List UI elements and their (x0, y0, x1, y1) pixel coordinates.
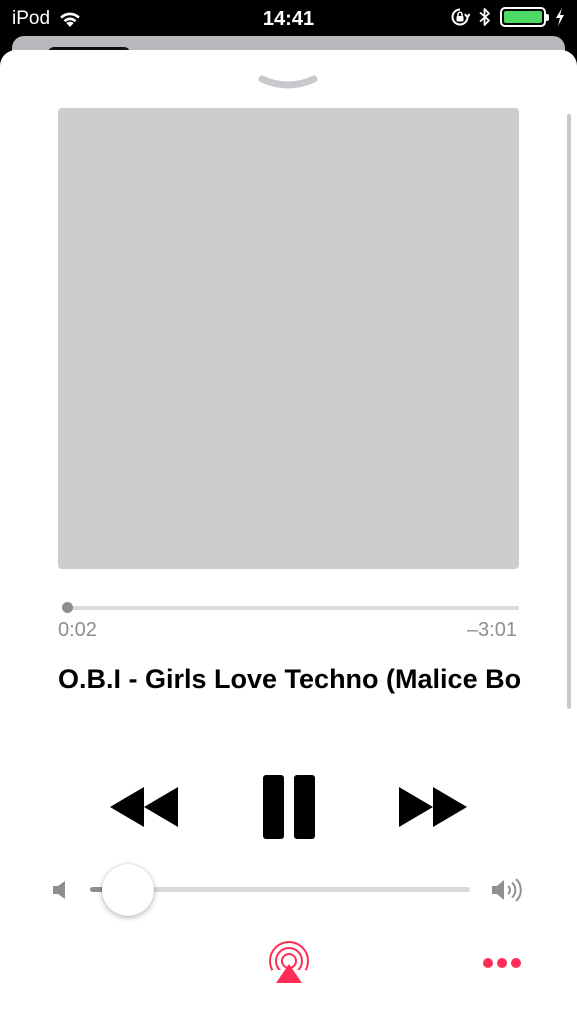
status-right (450, 7, 565, 27)
track-title: O.B.I - Girls Love Techno (Malice Bo (58, 664, 522, 694)
battery-fill (504, 11, 542, 23)
bluetooth-icon (479, 8, 490, 26)
pause-icon[interactable] (262, 774, 316, 840)
dismiss-chevron-icon[interactable] (256, 72, 320, 96)
volume-max-icon (492, 878, 522, 902)
status-bar: iPod 14:41 (0, 0, 577, 36)
more-dot (483, 958, 493, 968)
more-options-icon[interactable] (483, 956, 523, 970)
battery-cap (546, 14, 549, 21)
progress-track[interactable] (62, 606, 519, 610)
progress-scrubber[interactable] (61, 602, 73, 613)
fast-forward-icon[interactable] (397, 785, 469, 829)
battery-icon (500, 7, 549, 27)
now-playing-sheet: 0:02 –3:01 O.B.I - Girls Love Techno (Ma… (0, 50, 577, 1024)
volume-knob[interactable] (102, 864, 154, 916)
scroll-indicator (567, 114, 571, 709)
more-dot (511, 958, 521, 968)
volume-min-icon (53, 881, 65, 899)
elapsed-time: 0:02 (58, 619, 97, 641)
rewind-icon[interactable] (108, 785, 180, 829)
more-dot (497, 958, 507, 968)
charging-icon (556, 8, 564, 26)
remaining-time: –3:01 (466, 619, 517, 641)
airplay-icon[interactable] (266, 940, 312, 986)
album-artwork (58, 108, 519, 569)
orientation-lock-icon (451, 8, 470, 26)
